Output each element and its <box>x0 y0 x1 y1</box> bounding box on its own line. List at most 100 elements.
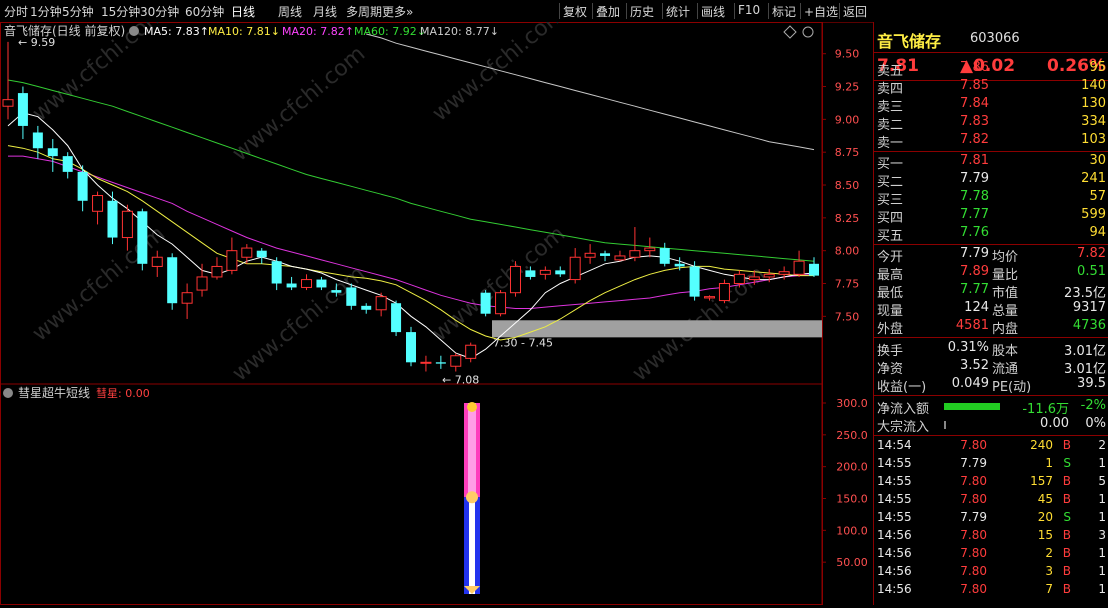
y-tick-label: 9.25 <box>835 81 860 94</box>
y-tick-label: 8.00 <box>835 245 860 258</box>
period-tab-8[interactable]: 月线 <box>313 3 337 20</box>
watermark-text: www.cfchi.com <box>228 41 370 166</box>
net-flow-bar <box>944 403 1000 410</box>
range-label: 7.30 - 7.45 <box>493 337 553 350</box>
toolbar-button-3[interactable]: 统计 <box>666 3 690 20</box>
stat-value: 7.89 <box>960 264 989 279</box>
divider <box>874 337 1108 338</box>
candle-body <box>674 263 685 267</box>
stat-key: 今开 <box>877 250 904 265</box>
bid-row-2: 买三 7.78 57 <box>874 189 1108 208</box>
toolbar-button-0[interactable]: 复权 <box>563 3 587 20</box>
candle-body <box>420 361 432 364</box>
divider <box>874 244 1108 245</box>
bulk-flow-pct: 0% <box>1085 416 1106 431</box>
tick-price: 7.79 <box>960 510 987 524</box>
tick-side: B <box>1062 582 1071 596</box>
period-tab-4[interactable]: 30分钟 <box>140 3 179 20</box>
candle-body <box>196 276 208 291</box>
fund-key: 净资 <box>877 362 904 377</box>
candle-body <box>435 362 446 364</box>
bulk-flow-bar <box>944 421 946 429</box>
candle-body <box>346 287 357 306</box>
ask-price: 7.82 <box>960 132 989 147</box>
y-tick-label: 8.75 <box>835 146 860 159</box>
tick-volume: 45 <box>1037 492 1053 506</box>
ask-row-2: 卖三 7.84 130 <box>874 96 1108 115</box>
candle-body <box>316 279 327 288</box>
y-tick-label: 8.50 <box>835 179 860 192</box>
period-tab-10[interactable]: 更多» <box>382 3 413 20</box>
collapse-icon <box>129 26 139 36</box>
settings-icon <box>802 26 814 38</box>
stat-value: 4581 <box>955 318 989 333</box>
sub-tick-label: 250.0 <box>836 429 868 442</box>
y-tick-label: 9.50 <box>835 48 860 61</box>
tick-volume: 15 <box>1037 528 1053 542</box>
ask-volume: 130 <box>1081 96 1106 111</box>
toolbar-button-5[interactable]: F10 <box>738 3 760 17</box>
period-tab-9[interactable]: 多周期 <box>346 3 382 20</box>
period-tab-1[interactable]: 1分钟 <box>30 3 62 20</box>
ask-label: 卖五 <box>877 64 904 79</box>
toolbar-button-8[interactable]: 返回 <box>843 3 867 20</box>
period-tab-5[interactable]: 60分钟 <box>185 3 224 20</box>
period-tab-3[interactable]: 15分钟 <box>101 3 140 20</box>
toolbar-button-2[interactable]: 历史 <box>630 3 654 20</box>
candle-body <box>450 355 462 367</box>
tick-row-3: 14:55 7.80 45 B 1 <box>874 492 1108 510</box>
bulk-flow-value: 0.00 <box>1040 416 1069 431</box>
top-marker-icon <box>467 402 477 412</box>
high-mark: ← 9.59 <box>18 36 55 49</box>
toolbar-button-7[interactable]: +自选 <box>804 3 838 20</box>
toolbar-button-4[interactable]: 画线 <box>701 3 725 20</box>
ask-label: 卖三 <box>877 100 904 115</box>
tick-volume: 1 <box>1045 456 1053 470</box>
bid-volume: 94 <box>1089 225 1106 240</box>
sub-tick-label: 50.00 <box>836 556 868 569</box>
kline-chart[interactable]: www.cfchi.com www.cfchi.com www.cfchi.com w… <box>0 1 870 605</box>
stock-name: 音飞储存 <box>877 32 942 51</box>
bid-volume: 241 <box>1081 171 1106 186</box>
tick-count: 1 <box>1098 564 1106 578</box>
chart-area[interactable]: www.cfchi.com www.cfchi.com www.cfchi.com w… <box>0 1 870 605</box>
tick-price: 7.80 <box>960 528 987 542</box>
stock-code: 603066 <box>970 31 1020 46</box>
candle-body <box>151 256 163 267</box>
period-tab-0[interactable]: 分时 <box>4 3 28 20</box>
tick-count: 1 <box>1098 582 1106 596</box>
sub-tick-label: 300.0 <box>836 397 868 410</box>
low-mark: ← 7.08 <box>442 373 479 386</box>
tick-row-4: 14:55 7.79 20 S 1 <box>874 510 1108 528</box>
period-tab-2[interactable]: 5分钟 <box>62 3 94 20</box>
candle-body <box>62 156 73 172</box>
stat-value: 124 <box>964 300 989 315</box>
tick-price: 7.80 <box>960 546 987 560</box>
stat-key: 现量 <box>877 304 904 319</box>
bid-label: 买四 <box>877 211 904 226</box>
toolbar-button-6[interactable]: 标记 <box>772 3 796 20</box>
stat-key: 量比 <box>992 268 1019 283</box>
candle-body <box>600 253 611 256</box>
tick-time: 14:56 <box>877 528 912 542</box>
period-tab-6[interactable]: 日线 <box>231 3 255 20</box>
candle-body <box>211 265 223 278</box>
bid-label: 买二 <box>877 175 904 190</box>
sub-chart-title: 彗星超牛短线 <box>18 385 90 400</box>
tick-count: 1 <box>1098 546 1106 560</box>
period-tab-7[interactable]: 周线 <box>278 3 302 20</box>
tick-time: 14:55 <box>877 456 912 470</box>
y-tick-label: 9.00 <box>835 113 860 126</box>
candle-body <box>391 303 402 333</box>
fund-key: PE(动) <box>992 380 1032 395</box>
toolbar-button-1[interactable]: 叠加 <box>596 3 620 20</box>
fund-value: 39.5 <box>1077 376 1106 391</box>
stat-row-4: 外盘 4581 内盘 4736 <box>874 318 1108 337</box>
bid-row-1: 买二 7.79 241 <box>874 171 1108 190</box>
candle-body <box>107 200 118 238</box>
money-bag-icon <box>466 491 478 504</box>
candle-body <box>137 211 148 264</box>
stat-value: 0.51 <box>1077 264 1106 279</box>
stat-key: 总量 <box>992 304 1019 319</box>
watermark-text: www.cfchi.com <box>28 221 170 346</box>
